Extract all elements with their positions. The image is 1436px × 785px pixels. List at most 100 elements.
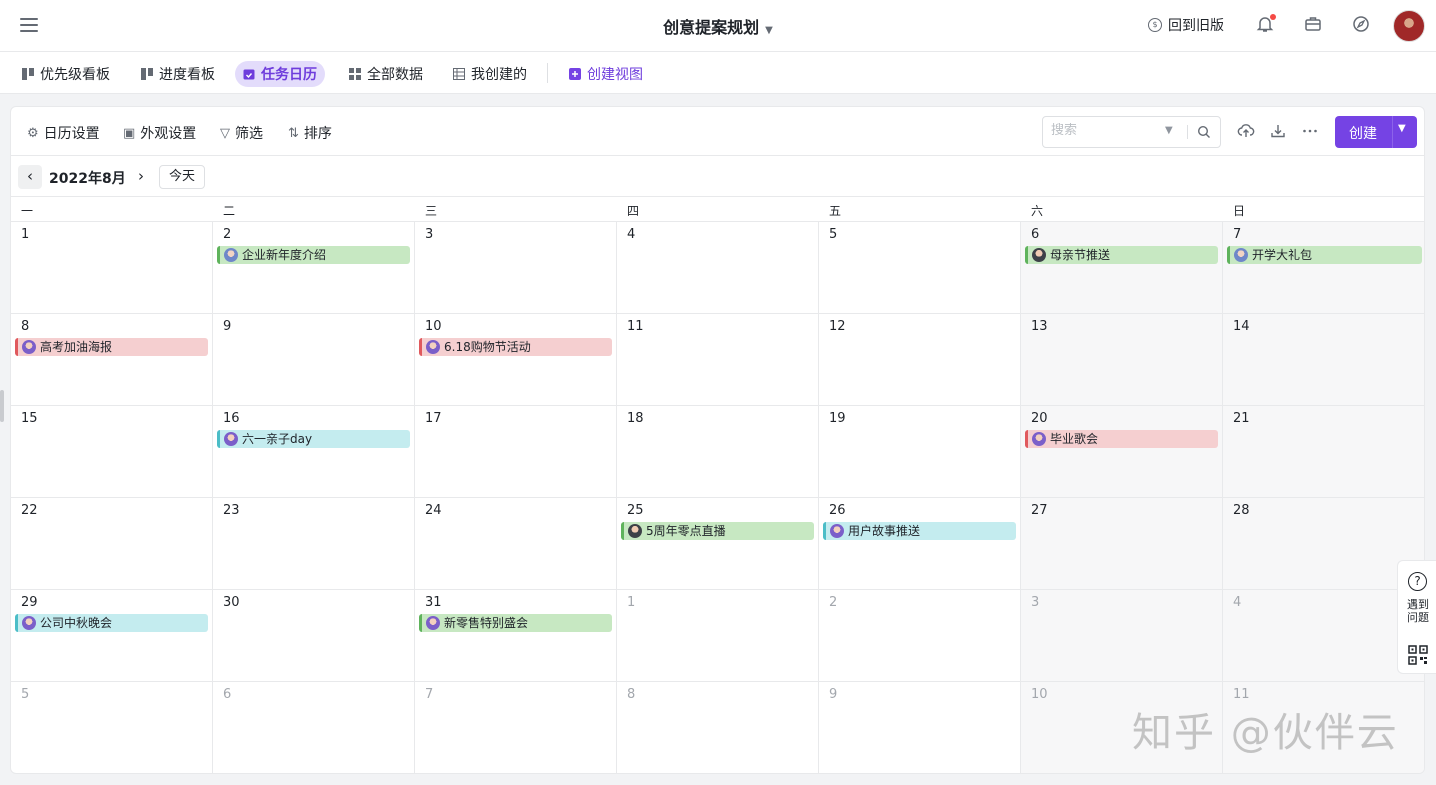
appearance-settings-label: 外观设置 — [140, 126, 197, 142]
qr-code-icon[interactable] — [1408, 645, 1428, 665]
day-cell[interactable]: 6 母亲节推送 — [1021, 222, 1223, 314]
day-cell[interactable]: 4 — [1223, 590, 1424, 682]
help-label[interactable]: 遇到问题 — [1402, 598, 1434, 624]
day-cell[interactable]: 28 — [1223, 498, 1424, 590]
tab-label: 优先级看板 — [40, 67, 110, 83]
tab-priority-board[interactable]: 优先级看板 — [14, 61, 118, 87]
upload-icon[interactable] — [1237, 122, 1255, 140]
search-input[interactable] — [1051, 123, 1161, 138]
day-cell[interactable]: 8 高考加油海报 — [11, 314, 213, 406]
day-cell[interactable]: 23 — [213, 498, 415, 590]
day-cell[interactable]: 24 — [415, 498, 617, 590]
day-cell[interactable]: 19 — [819, 406, 1021, 498]
filter-button[interactable]: ▽ 筛选 — [220, 123, 263, 143]
day-cell[interactable]: 31 新零售特别盛会 — [415, 590, 617, 682]
day-cell[interactable]: 11 — [617, 314, 819, 406]
assignee-avatar — [628, 524, 642, 538]
day-cell[interactable]: 2 — [819, 590, 1021, 682]
day-number: 24 — [425, 503, 442, 518]
event-chip[interactable]: 高考加油海报 — [15, 338, 208, 356]
event-chip[interactable]: 用户故事推送 — [823, 522, 1016, 540]
day-cell[interactable]: 26 用户故事推送 — [819, 498, 1021, 590]
bell-icon[interactable] — [1256, 14, 1276, 35]
event-title: 开学大礼包 — [1252, 248, 1313, 262]
day-number: 22 — [21, 503, 38, 518]
day-cell[interactable]: 20 毕业歌会 — [1021, 406, 1223, 498]
prev-month-button[interactable]: ‹ — [18, 165, 42, 189]
day-cell[interactable]: 13 — [1021, 314, 1223, 406]
tab-progress-board[interactable]: 进度看板 — [133, 61, 223, 87]
day-cell[interactable]: 27 — [1021, 498, 1223, 590]
plus-square-icon — [569, 68, 581, 80]
day-cell[interactable]: 3 — [1021, 590, 1223, 682]
day-cell[interactable]: 9 — [213, 314, 415, 406]
tab-created-by-me[interactable]: 我创建的 — [445, 61, 535, 87]
day-number: 1 — [21, 227, 30, 242]
create-label: 创建 — [1349, 126, 1377, 142]
event-chip[interactable]: 开学大礼包 — [1227, 246, 1422, 264]
appearance-settings-button[interactable]: ▣ 外观设置 — [123, 123, 196, 143]
day-cell[interactable]: 14 — [1223, 314, 1424, 406]
day-number: 10 — [425, 319, 442, 334]
day-cell[interactable]: 22 — [11, 498, 213, 590]
event-chip[interactable]: 企业新年度介绍 — [217, 246, 410, 264]
event-title: 高考加油海报 — [40, 340, 113, 354]
day-cell[interactable]: 15 — [11, 406, 213, 498]
day-cell[interactable]: 6 — [213, 682, 415, 773]
day-cell[interactable]: 2 企业新年度介绍 — [213, 222, 415, 314]
day-cell[interactable]: 30 — [213, 590, 415, 682]
day-cell[interactable]: 4 — [617, 222, 819, 314]
briefcase-icon[interactable] — [1304, 15, 1324, 35]
more-icon[interactable] — [1301, 122, 1319, 140]
day-cell[interactable]: 7 — [415, 682, 617, 773]
today-button[interactable]: 今天 — [159, 165, 205, 189]
question-icon[interactable]: ? — [1408, 572, 1427, 591]
weekday-header: 一二三四五六日 — [11, 197, 1424, 222]
event-chip[interactable]: 六一亲子day — [217, 430, 410, 448]
day-cell[interactable]: 7 开学大礼包 — [1223, 222, 1424, 314]
user-avatar[interactable] — [1393, 10, 1425, 42]
chevron-down-icon[interactable]: ▼ — [1398, 123, 1406, 134]
search-scope-dropdown-icon[interactable]: ▼ — [1165, 125, 1173, 136]
tab-label: 我创建的 — [471, 67, 527, 83]
day-cell[interactable]: 29 公司中秋晚会 — [11, 590, 213, 682]
event-chip[interactable]: 6.18购物节活动 — [419, 338, 612, 356]
create-button[interactable]: 创建 ▼ — [1335, 116, 1417, 148]
calendar-settings-button[interactable]: ⚙ 日历设置 — [27, 123, 100, 143]
day-number: 7 — [1233, 227, 1242, 242]
day-number: 23 — [223, 503, 240, 518]
day-cell[interactable]: 25 5周年零点直播 — [617, 498, 819, 590]
day-cell[interactable]: 5 — [819, 222, 1021, 314]
event-chip[interactable]: 母亲节推送 — [1025, 246, 1218, 264]
tab-all-data[interactable]: 全部数据 — [341, 61, 431, 87]
search-icon[interactable] — [1197, 125, 1211, 139]
day-cell[interactable]: 1 — [11, 222, 213, 314]
event-chip[interactable]: 新零售特别盛会 — [419, 614, 612, 632]
sort-button[interactable]: ⇅ 排序 — [288, 123, 332, 143]
create-view-button[interactable]: 创建视图 — [561, 61, 651, 87]
assignee-avatar — [830, 524, 844, 538]
day-cell[interactable]: 18 — [617, 406, 819, 498]
compass-icon[interactable] — [1352, 15, 1372, 35]
download-icon[interactable] — [1269, 122, 1287, 140]
event-chip[interactable]: 5周年零点直播 — [621, 522, 814, 540]
day-number: 2 — [829, 595, 838, 610]
tab-task-calendar[interactable]: 任务日历 — [235, 61, 325, 87]
day-cell[interactable]: 21 — [1223, 406, 1424, 498]
event-chip[interactable]: 毕业歌会 — [1025, 430, 1218, 448]
event-chip[interactable]: 公司中秋晚会 — [15, 614, 208, 632]
day-cell[interactable]: 1 — [617, 590, 819, 682]
resize-handle[interactable] — [0, 390, 4, 422]
day-cell[interactable]: 8 — [617, 682, 819, 773]
watermark: 知乎 @伙伴云 — [1132, 710, 1399, 756]
day-cell[interactable]: 12 — [819, 314, 1021, 406]
day-cell[interactable]: 17 — [415, 406, 617, 498]
day-cell[interactable]: 3 — [415, 222, 617, 314]
day-cell[interactable]: 9 — [819, 682, 1021, 773]
day-cell[interactable]: 5 — [11, 682, 213, 773]
next-month-button[interactable]: › — [129, 165, 153, 189]
view-tab-bar: 优先级看板 进度看板 任务日历 全部数据 我创建的 创建视图 — [0, 52, 1436, 94]
old-version-link[interactable]: $ 回到旧版 — [1148, 15, 1224, 35]
day-cell[interactable]: 16 六一亲子day — [213, 406, 415, 498]
day-cell[interactable]: 10 6.18购物节活动 — [415, 314, 617, 406]
